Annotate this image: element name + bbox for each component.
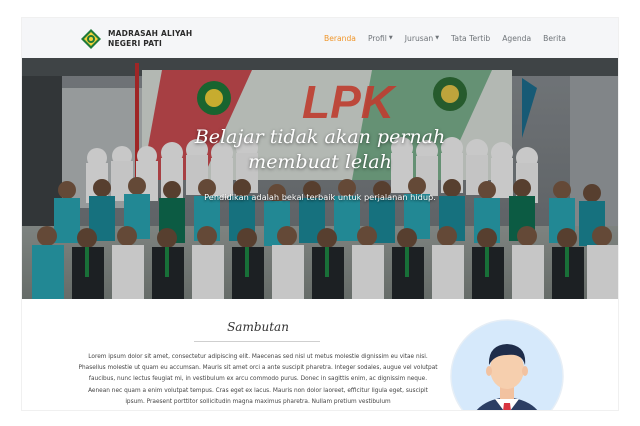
nav-item-jurusan[interactable]: Jurusan ▼ [399,34,445,43]
headmaster-avatar [450,319,564,410]
madrasah-logo-icon [81,29,101,49]
divider [194,341,320,342]
nav-item-label: Tata Tertib [451,33,491,43]
hero-title-line1: Belajar tidak akan pernah [194,126,446,148]
navbar: MADRASAH ALIYAH NEGERI PATI Beranda Prof… [22,18,618,58]
nav-item-label: Berita [543,33,566,43]
nav-item-beranda[interactable]: Beranda [318,34,362,43]
nav-item-label: Profil [367,33,387,43]
nav-item-label: Agenda [502,33,532,43]
sambutan-title: Sambutan [227,320,289,334]
hero-group-photo: LPK [22,58,618,299]
brand-name-line1: MADRASAH ALIYAH [108,29,193,38]
nav-item-label: Jurusan [404,33,434,43]
nav-item-profil[interactable]: Profil ▼ [362,34,399,43]
brand-name-line2: NEGERI PATI [108,39,162,48]
brand-name: MADRASAH ALIYAH NEGERI PATI [108,29,192,49]
nav-item-tata-tertib[interactable]: Tata Tertib [445,34,496,43]
nav-item-berita[interactable]: Berita [537,34,572,43]
brand[interactable]: MADRASAH ALIYAH NEGERI PATI [80,28,192,50]
nav-item-agenda[interactable]: Agenda [496,34,537,43]
hero-subtitle: Pendidikan adalah bekal terbaik untuk pe… [204,192,436,202]
main-nav: Beranda Profil ▼ Jurusan ▼ Tata Tertib A… [318,18,572,58]
hero-carousel: LPK Belajar tidak akan pernah membuat le… [22,58,618,299]
sambutan-body: Lorem ipsum dolor sit amet, consectetur … [78,354,438,405]
hero-title: Belajar tidak akan pernah membuat lelah [22,125,618,175]
page: MADRASAH ALIYAH NEGERI PATI Beranda Prof… [22,18,618,410]
hero-title-line2: membuat lelah [248,151,392,173]
chevron-down-icon: ▼ [435,35,440,41]
nav-item-label: Beranda [324,33,356,43]
chevron-down-icon: ▼ [388,35,393,41]
